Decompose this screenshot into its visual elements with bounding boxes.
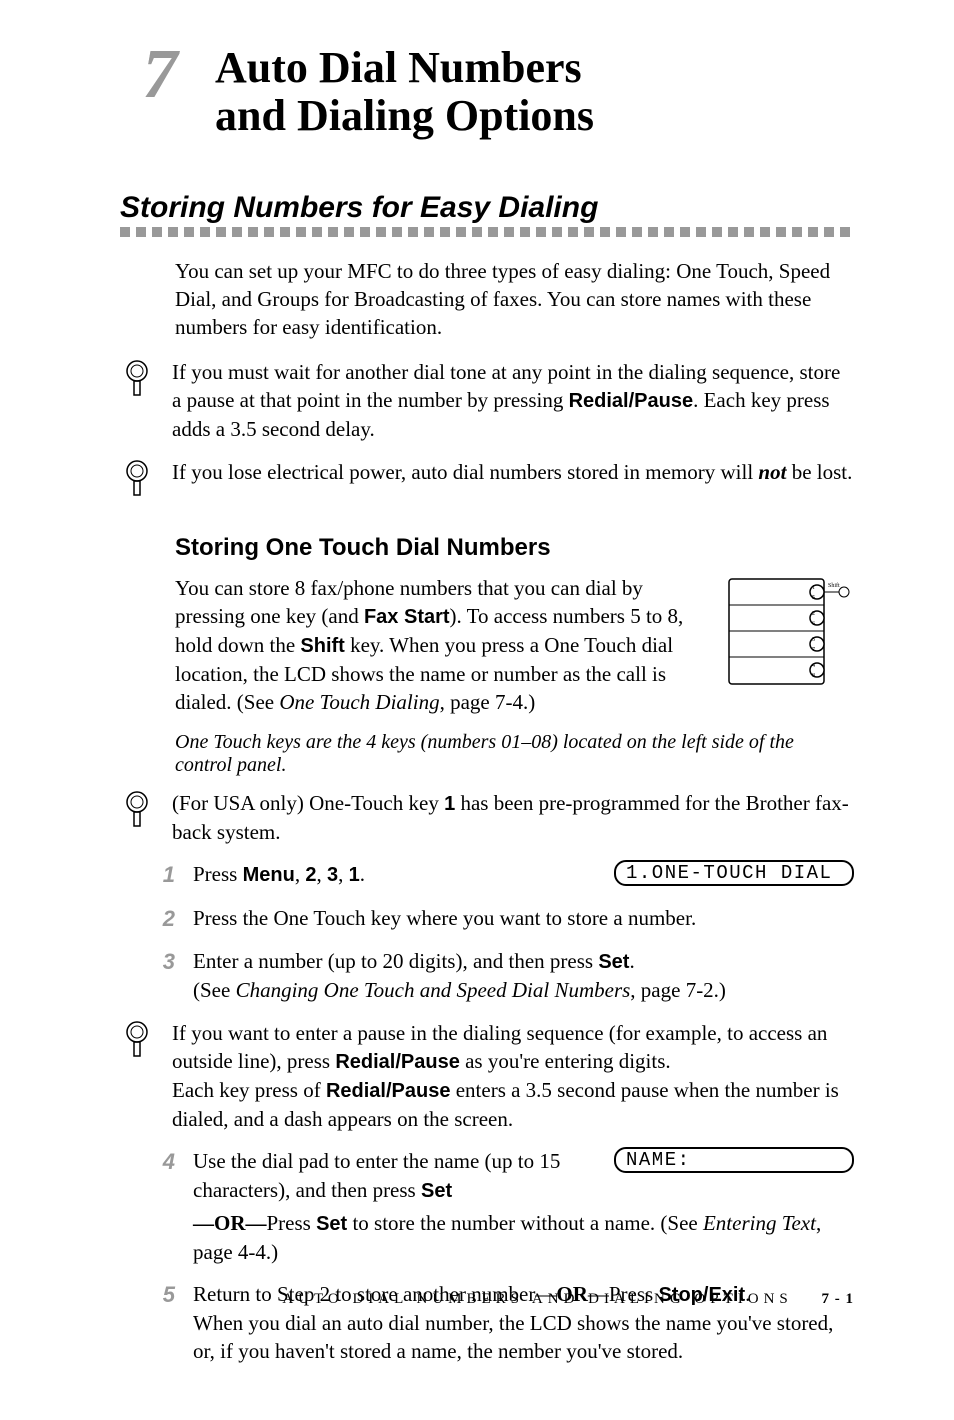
- note-pause: If you must wait for another dial tone a…: [120, 358, 854, 444]
- page: 7 Auto Dial Numbers and Dialing Options …: [0, 0, 954, 1420]
- key-2: 2: [305, 864, 316, 886]
- key-3: 3: [327, 864, 338, 886]
- step-4-cont: —OR—Press Set to store the number withou…: [150, 1209, 854, 1266]
- txt: , page 7-2.): [630, 978, 726, 1002]
- svg-text:8: 8: [812, 673, 815, 679]
- page-number: 7 - 1: [822, 1291, 855, 1307]
- txt: to store the number without a name. (See: [347, 1211, 703, 1235]
- note-pause-entry-text: If you want to enter a pause in the dial…: [172, 1019, 854, 1134]
- txt: ,: [338, 862, 349, 886]
- one-touch-paragraph-row: You can store 8 fax/phone numbers that y…: [175, 574, 854, 717]
- txt: Use the dial pad to enter the name (up t…: [193, 1149, 560, 1201]
- svg-text:6: 6: [812, 621, 815, 627]
- key-1: 1: [444, 793, 455, 815]
- key-redial-pause: Redial/Pause: [326, 1080, 451, 1102]
- key-redial-pause: Redial/Pause: [335, 1051, 460, 1073]
- txt: (See: [193, 978, 236, 1002]
- txt: ,: [295, 862, 306, 886]
- note-usa: (For USA only) One-Touch key 1 has been …: [120, 789, 854, 846]
- svg-text:5: 5: [812, 595, 815, 601]
- italic-note: One Touch keys are the 4 keys (numbers 0…: [175, 731, 854, 777]
- or: —OR—: [193, 1211, 267, 1235]
- note-pause-text: If you must wait for another dial tone a…: [172, 358, 854, 444]
- txt: When you dial an auto dial number, the L…: [193, 1311, 833, 1363]
- step-number: 4: [150, 1147, 175, 1204]
- step-3-row: 3 Enter a number (up to 20 digits), and …: [150, 947, 854, 1004]
- ref: Entering Text: [703, 1211, 816, 1235]
- step-4-text-cont: —OR—Press Set to store the number withou…: [193, 1209, 854, 1266]
- txt: If you lose electrical power, auto dial …: [172, 460, 758, 484]
- page-footer: AUTO DIAL NUMBERS AND DIALING OPTIONS 7 …: [0, 1291, 954, 1308]
- step-1-row: 1 Press Menu, 2, 3, 1. 1.ONE-TOUCH DIAL: [150, 860, 854, 890]
- txt: Each key press of: [172, 1078, 326, 1102]
- svg-text:7: 7: [812, 647, 815, 653]
- step-1-text: Press Menu, 2, 3, 1.: [193, 860, 614, 890]
- txt: .: [629, 949, 634, 973]
- svg-text:Shift: Shift: [828, 582, 840, 589]
- txt: (For USA only) One-Touch key: [172, 791, 444, 815]
- key-fax-start: Fax Start: [364, 606, 450, 628]
- svg-text:3: 3: [812, 637, 815, 643]
- section-heading: Storing Numbers for Easy Dialing: [120, 191, 854, 225]
- chapter-number: 7: [120, 40, 200, 110]
- txt: .: [360, 862, 365, 886]
- lightbulb-icon: [120, 358, 154, 400]
- one-touch-paragraph: You can store 8 fax/phone numbers that y…: [175, 574, 704, 717]
- chapter-title-line2: and Dialing Options: [215, 91, 594, 140]
- step-2-row: 2 Press the One Touch key where you want…: [150, 904, 854, 934]
- step-4-row: 4 Use the dial pad to enter the name (up…: [150, 1147, 854, 1204]
- section-rule: [120, 227, 854, 237]
- key-shift: Shift: [300, 635, 344, 657]
- txt: Press: [193, 862, 243, 886]
- lightbulb-icon: [120, 458, 154, 500]
- chapter-title: Auto Dial Numbers and Dialing Options: [215, 40, 594, 141]
- svg-text:1: 1: [812, 585, 815, 591]
- lightbulb-icon: [120, 789, 154, 831]
- lcd-display: 1.ONE-TOUCH DIAL: [614, 860, 854, 886]
- txt: be lost.: [786, 460, 852, 484]
- note-power-text: If you lose electrical power, auto dial …: [172, 458, 854, 486]
- ref: Changing One Touch and Speed Dial Number…: [236, 978, 631, 1002]
- ref: One Touch Dialing: [279, 690, 439, 714]
- keypad-illustration: 1 5 2 6 3 7 4 8 Shift: [724, 574, 854, 694]
- chapter-header: 7 Auto Dial Numbers and Dialing Options: [120, 40, 854, 141]
- key-menu: Menu: [243, 864, 295, 886]
- txt: ,: [316, 862, 327, 886]
- key-redial-pause: Redial/Pause: [569, 390, 694, 412]
- step-4-text: Use the dial pad to enter the name (up t…: [193, 1147, 583, 1204]
- note-pause-entry: If you want to enter a pause in the dial…: [120, 1019, 854, 1134]
- txt: , page 7-4.): [440, 690, 536, 714]
- svg-text:4: 4: [812, 663, 815, 669]
- chapter-title-line1: Auto Dial Numbers: [215, 43, 582, 92]
- lightbulb-icon: [120, 1019, 154, 1061]
- key-set: Set: [598, 951, 629, 973]
- txt: as you're entering digits.: [460, 1049, 671, 1073]
- step-number: 2: [150, 904, 175, 934]
- note-usa-text: (For USA only) One-Touch key 1 has been …: [172, 789, 854, 846]
- key-1: 1: [349, 864, 360, 886]
- step-2-text: Press the One Touch key where you want t…: [193, 904, 854, 932]
- step-number: 3: [150, 947, 175, 977]
- svg-text:2: 2: [812, 611, 815, 617]
- footer-chapter: AUTO DIAL NUMBERS AND DIALING OPTIONS: [282, 1291, 792, 1307]
- emphasis: not: [758, 460, 786, 484]
- subheading: Storing One Touch Dial Numbers: [175, 534, 854, 562]
- step-number: 1: [150, 860, 175, 890]
- key-set: Set: [421, 1180, 452, 1202]
- lcd-display: NAME:: [614, 1147, 854, 1173]
- intro-paragraph: You can set up your MFC to do three type…: [175, 257, 854, 342]
- note-power: If you lose electrical power, auto dial …: [120, 458, 854, 500]
- step-3-text: Enter a number (up to 20 digits), and th…: [193, 947, 854, 1004]
- txt: Press: [267, 1211, 317, 1235]
- key-set: Set: [316, 1213, 347, 1235]
- txt: Enter a number (up to 20 digits), and th…: [193, 949, 598, 973]
